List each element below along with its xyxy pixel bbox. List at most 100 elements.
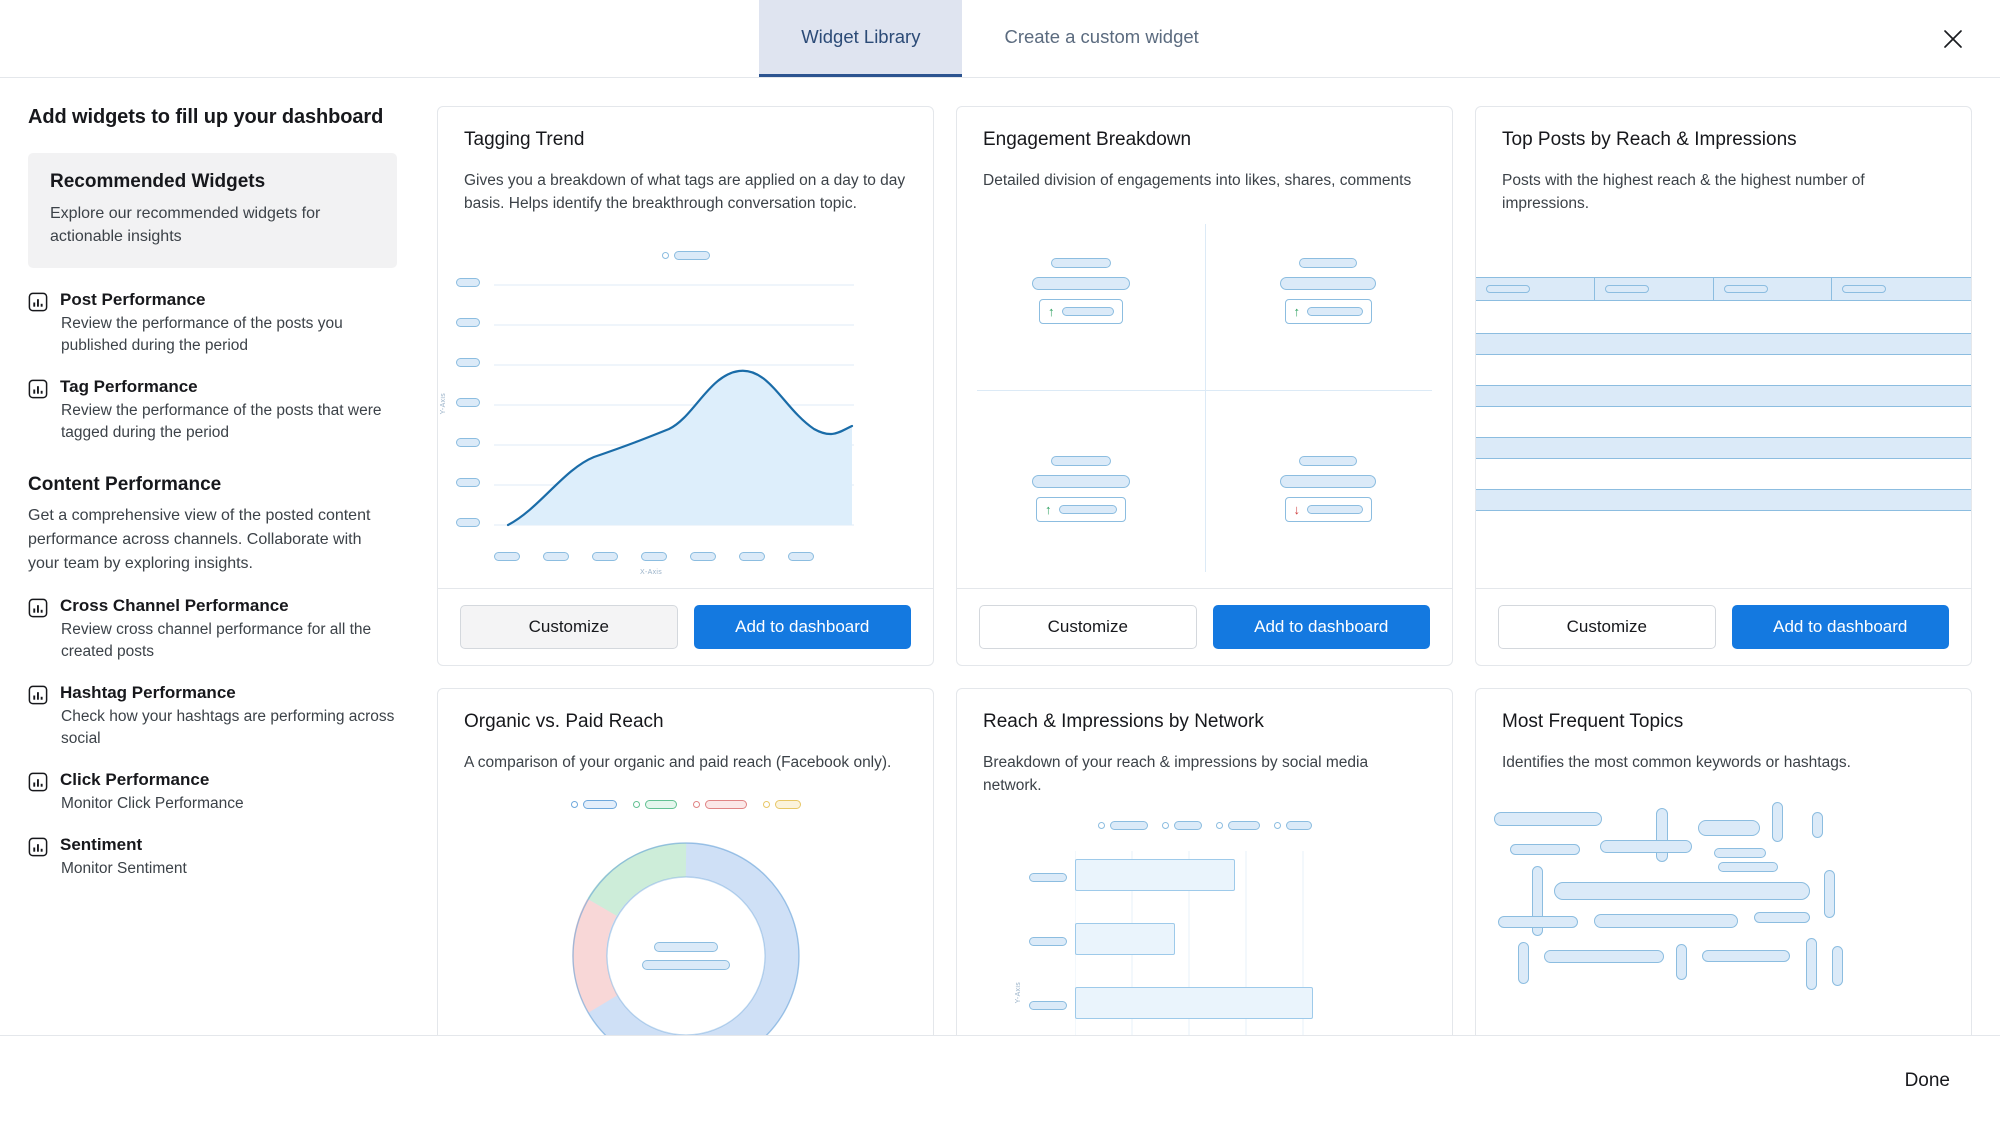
arrow-down-icon: ↓ xyxy=(1293,502,1301,517)
word-placeholder xyxy=(1656,808,1668,862)
chart-legend xyxy=(957,821,1452,830)
metric-label-placeholder xyxy=(1299,258,1358,268)
tab-widget-library[interactable]: Widget Library xyxy=(759,0,963,77)
widget-card-tagging-trend: Tagging Trend Gives you a breakdown of w… xyxy=(437,106,934,666)
sidebar-item-tag-performance[interactable]: Tag Performance Review the performance o… xyxy=(28,377,397,444)
column-header-placeholder xyxy=(1604,285,1649,293)
card-actions: Customize Add to dashboard xyxy=(438,588,933,665)
table-row xyxy=(1476,437,1971,459)
customize-button[interactable]: Customize xyxy=(1498,605,1716,649)
sidebar-item-label: Click Performance xyxy=(60,770,210,789)
tab-create-custom-widget[interactable]: Create a custom widget xyxy=(962,0,1240,77)
done-button[interactable]: Done xyxy=(1891,1060,1964,1102)
card-header: Tagging Trend Gives you a breakdown of w… xyxy=(438,107,933,215)
word-placeholder xyxy=(1702,950,1790,962)
column-header-placeholder xyxy=(1842,285,1887,293)
x-tick-placeholder xyxy=(641,552,667,561)
preview-metric-quadrant: ↑ ↑ ↑ ↓ xyxy=(957,192,1452,588)
table-row xyxy=(1476,385,1971,407)
legend-dot-icon xyxy=(1273,822,1281,829)
word-placeholder xyxy=(1812,812,1823,838)
legend-dot-icon xyxy=(570,801,578,808)
sidebar-item-description: Monitor Click Performance xyxy=(61,795,244,812)
y-tick-placeholder xyxy=(456,478,480,487)
legend-dot-icon xyxy=(762,801,770,808)
card-title: Top Posts by Reach & Impressions xyxy=(1502,129,1797,150)
legend-dot-icon xyxy=(1161,822,1169,829)
x-tick-placeholder xyxy=(739,552,765,561)
metric-delta-placeholder xyxy=(1307,505,1363,514)
word-placeholder xyxy=(1754,912,1810,923)
legend-label-placeholder xyxy=(644,800,677,809)
widget-card-reach-impressions-by-network: Reach & Impressions by Network Breakdown… xyxy=(956,688,1453,1035)
legend-label-placeholder xyxy=(704,800,747,809)
card-header: Reach & Impressions by Network Breakdown… xyxy=(957,689,1452,797)
metric-value-placeholder xyxy=(1280,475,1377,488)
sidebar-item-label: Hashtag Performance xyxy=(60,683,236,702)
bar-chart-icon xyxy=(28,685,49,706)
recommended-widgets-box: Recommended Widgets Explore our recommen… xyxy=(28,153,397,268)
metric-delta-badge: ↑ xyxy=(1036,497,1126,522)
sidebar-item-click-performance[interactable]: Click Performance Monitor Click Performa… xyxy=(28,770,397,815)
section-heading-content-performance: Content Performance xyxy=(28,474,222,495)
x-tick-placeholder xyxy=(690,552,716,561)
metric-tile: ↓ xyxy=(1205,390,1453,588)
bar-category-label-placeholder xyxy=(1029,937,1067,946)
card-header: Engagement Breakdown Detailed division o… xyxy=(957,107,1452,192)
word-placeholder xyxy=(1806,938,1817,990)
legend-label-placeholder xyxy=(673,251,710,260)
word-placeholder xyxy=(1518,942,1529,984)
legend-item xyxy=(1097,821,1148,830)
card-title: Most Frequent Topics xyxy=(1502,711,1684,732)
metric-label-placeholder xyxy=(1299,456,1358,466)
card-description: Detailed division of engagements into li… xyxy=(983,172,1412,189)
legend-item xyxy=(1215,821,1260,830)
card-actions: Customize Add to dashboard xyxy=(1476,588,1971,665)
bar xyxy=(1075,859,1235,891)
legend-label-placeholder xyxy=(1227,821,1260,830)
x-tick-placeholder xyxy=(494,552,520,561)
sidebar-item-description: Check how your hashtags are performing a… xyxy=(61,708,395,747)
tab-bar: Widget Library Create a custom widget xyxy=(759,0,1241,77)
card-title: Organic vs. Paid Reach xyxy=(464,711,664,732)
metric-tile: ↑ xyxy=(1205,192,1453,390)
sidebar: Add widgets to fill up your dashboard Re… xyxy=(0,78,425,1035)
legend-dot-icon xyxy=(692,801,700,808)
column-header-placeholder xyxy=(1723,285,1768,293)
customize-button[interactable]: Customize xyxy=(460,605,678,649)
widget-grid-area: Tagging Trend Gives you a breakdown of w… xyxy=(425,78,2000,1035)
bar-chart-icon xyxy=(28,598,49,619)
sidebar-item-label: Tag Performance xyxy=(60,377,198,396)
legend-dot-icon xyxy=(661,252,669,259)
word-placeholder xyxy=(1824,870,1835,918)
bar-chart-icon xyxy=(28,379,49,400)
recommended-widgets-description: Explore our recommended widgets for acti… xyxy=(50,205,321,245)
sidebar-item-description: Monitor Sentiment xyxy=(61,860,187,877)
sidebar-item-sentiment[interactable]: Sentiment Monitor Sentiment xyxy=(28,835,397,880)
arrow-up-icon: ↑ xyxy=(1045,502,1052,517)
metric-delta-placeholder xyxy=(1058,505,1117,514)
add-to-dashboard-button[interactable]: Add to dashboard xyxy=(1731,605,1949,649)
add-to-dashboard-button[interactable]: Add to dashboard xyxy=(693,605,911,649)
bar xyxy=(1075,923,1175,955)
legend-label-placeholder xyxy=(1173,821,1202,830)
sidebar-item-cross-channel-performance[interactable]: Cross Channel Performance Review cross c… xyxy=(28,596,397,663)
widget-grid: Tagging Trend Gives you a breakdown of w… xyxy=(437,106,1972,1035)
card-actions: Customize Add to dashboard xyxy=(957,588,1452,665)
close-icon[interactable] xyxy=(1936,22,1970,56)
x-tick-placeholder xyxy=(543,552,569,561)
legend-item xyxy=(1161,821,1202,830)
sidebar-item-hashtag-performance[interactable]: Hashtag Performance Check how your hasht… xyxy=(28,683,397,750)
sidebar-item-post-performance[interactable]: Post Performance Review the performance … xyxy=(28,290,397,357)
add-to-dashboard-button[interactable]: Add to dashboard xyxy=(1212,605,1430,649)
preview-donut-chart xyxy=(438,774,933,1035)
metric-value-placeholder xyxy=(1031,277,1130,290)
y-tick-placeholder xyxy=(456,358,480,367)
y-tick-placeholder xyxy=(456,438,480,447)
chart-legend xyxy=(438,251,933,260)
metric-delta-placeholder xyxy=(1061,307,1114,316)
legend-label-placeholder xyxy=(582,800,617,809)
legend-item xyxy=(692,800,747,809)
customize-button[interactable]: Customize xyxy=(979,605,1197,649)
bar-category-label-placeholder xyxy=(1029,1001,1067,1010)
